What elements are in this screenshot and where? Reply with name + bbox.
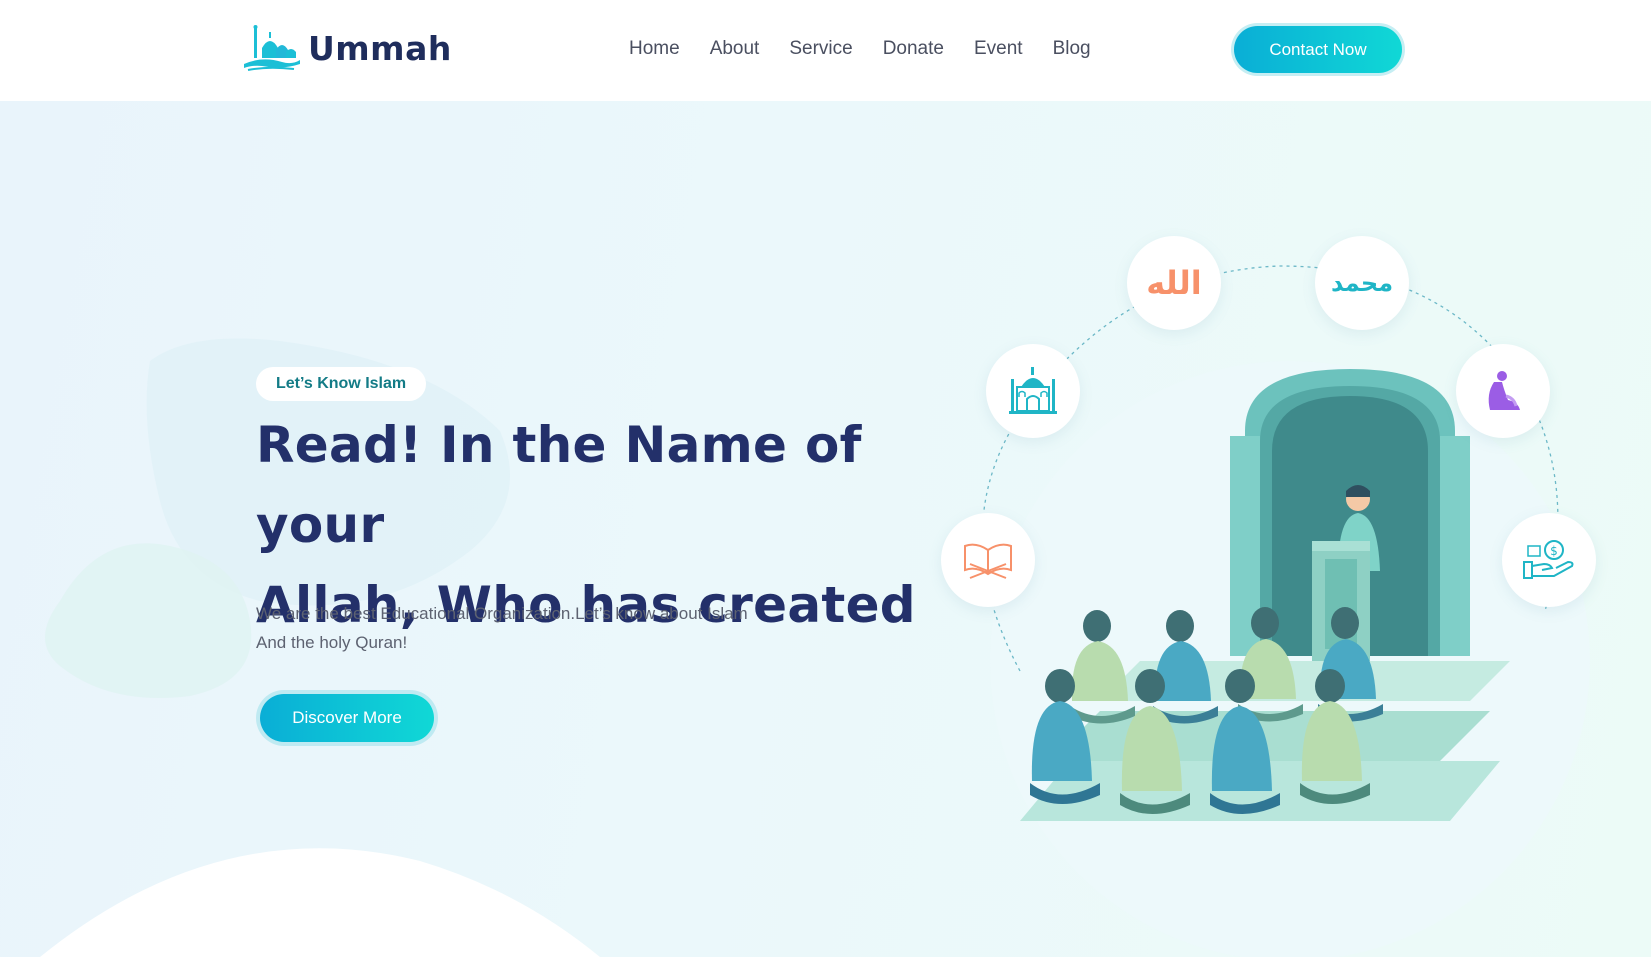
prayer-icon-graphic: [1488, 371, 1520, 410]
main-nav: Home About Service Donate Event Blog: [629, 38, 1121, 60]
muhammad-calligraphy-icon: محمد: [1315, 236, 1409, 330]
site-header: Ummah Home About Service Donate Event Bl…: [0, 0, 1651, 101]
nav-blog[interactable]: Blog: [1053, 38, 1091, 60]
contact-now-button[interactable]: Contact Now: [1234, 26, 1402, 73]
allah-calligraphy-icon: الله: [1127, 236, 1221, 330]
charity-icon-graphic: $: [1523, 540, 1574, 579]
muhammad-calligraphy-text: محمد: [1330, 269, 1394, 297]
logo-text: Ummah: [308, 28, 452, 68]
logo[interactable]: Ummah: [242, 22, 452, 74]
charity-icon: $: [1502, 513, 1596, 607]
nav-home[interactable]: Home: [629, 38, 680, 60]
hero-title-line-1: Read! In the Name of your: [256, 416, 862, 554]
prayer-icon: [1456, 344, 1550, 438]
allah-calligraphy-text: الله: [1146, 264, 1202, 302]
hero-section: Let’s Know Islam Read! In the Name of yo…: [0, 101, 1651, 957]
contact-button-wrap: Contact Now: [1231, 23, 1405, 76]
svg-text:$: $: [1550, 544, 1558, 558]
quran-icon: [941, 513, 1035, 607]
nav-about[interactable]: About: [710, 38, 760, 60]
discover-more-button[interactable]: Discover More: [260, 694, 434, 742]
hero-description-line-2: And the holy Quran!: [256, 633, 408, 652]
hero-tag: Let’s Know Islam: [256, 367, 427, 401]
quran-icon-graphic: [964, 543, 1012, 579]
hero-description-line-1: We are the best Educational Organization…: [256, 604, 748, 623]
hero-description: We are the best Educational Organization…: [256, 599, 816, 657]
nav-service[interactable]: Service: [789, 38, 852, 60]
nav-donate[interactable]: Donate: [883, 38, 944, 60]
mosque-logo-icon: [244, 25, 300, 71]
discover-button-wrap: Discover More: [256, 690, 438, 746]
hero-illustration: الله محمد $: [900, 101, 1651, 957]
mosque-icon-graphic: [1009, 367, 1057, 414]
nav-event[interactable]: Event: [974, 38, 1023, 60]
mosque-icon: [986, 344, 1080, 438]
